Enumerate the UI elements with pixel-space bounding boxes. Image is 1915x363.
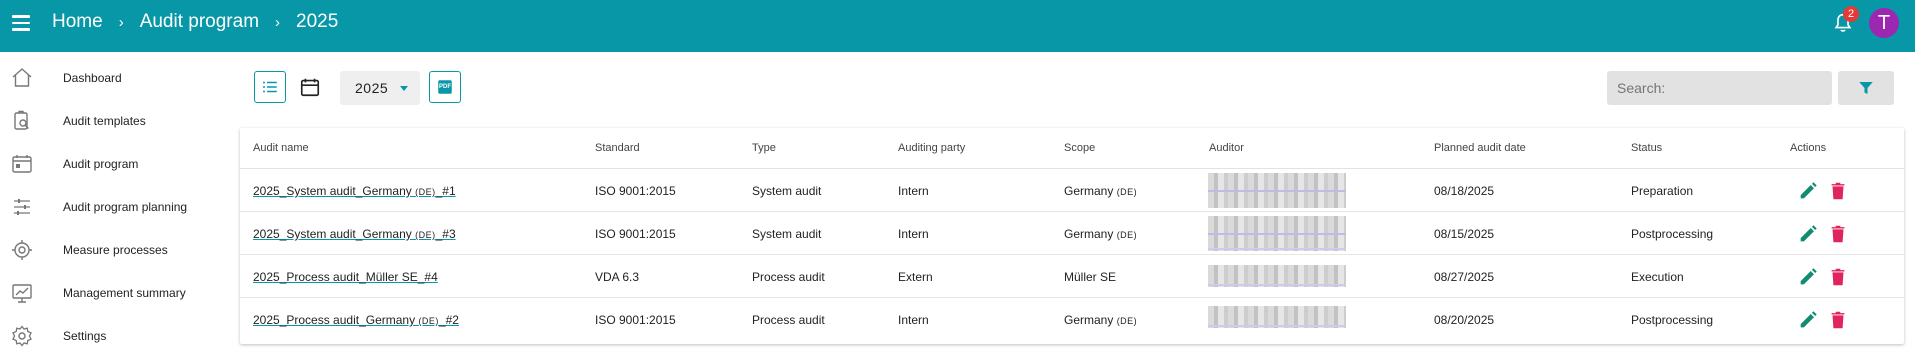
chevron-right-icon: › bbox=[275, 13, 281, 31]
search-input[interactable] bbox=[1607, 71, 1832, 105]
calendar-program-icon bbox=[12, 155, 32, 173]
sidebar: Dashboard Audit templates Audit program … bbox=[0, 52, 232, 363]
status-cell: Postprocessing bbox=[1631, 313, 1714, 327]
sidebar-item-management-summary[interactable]: Management summary bbox=[0, 273, 232, 313]
delete-icon[interactable] bbox=[1827, 180, 1849, 202]
top-app-bar: Home › Audit program › 2025 2 T bbox=[0, 0, 1915, 52]
planned-date-cell: 08/20/2025 bbox=[1434, 313, 1495, 327]
auditor-redacted bbox=[1208, 216, 1346, 251]
delete-icon[interactable] bbox=[1827, 266, 1849, 288]
clipboard-search-icon bbox=[14, 110, 29, 130]
sidebar-item-label: Measure processes bbox=[63, 243, 168, 257]
breadcrumb-audit-program[interactable]: Audit program bbox=[140, 11, 259, 33]
caret-down-icon bbox=[400, 86, 408, 91]
column-header-auditing-party[interactable]: Auditing party bbox=[898, 142, 965, 154]
avatar[interactable]: T bbox=[1869, 8, 1899, 38]
sidebar-item-label: Settings bbox=[63, 329, 107, 343]
monitor-chart-icon bbox=[12, 284, 32, 303]
type-cell: System audit bbox=[752, 227, 822, 241]
notification-badge: 2 bbox=[1843, 6, 1859, 22]
edit-icon[interactable] bbox=[1797, 180, 1819, 202]
sidebar-item-measure-processes[interactable]: Measure processes bbox=[0, 230, 232, 270]
standard-cell: ISO 9001:2015 bbox=[595, 184, 676, 198]
column-header-planned-audit-date[interactable]: Planned audit date bbox=[1434, 142, 1526, 154]
scope-cell: Germany (DE) bbox=[1064, 227, 1138, 241]
scope-cell: Germany (DE) bbox=[1064, 313, 1138, 327]
calendar-view-button[interactable] bbox=[294, 71, 326, 103]
list-icon bbox=[263, 81, 277, 93]
table-row[interactable]: 2025_System audit_Germany (DE)_#1 ISO 90… bbox=[240, 169, 1904, 212]
auditing-party-cell: Intern bbox=[898, 227, 929, 241]
filter-button[interactable] bbox=[1838, 71, 1894, 105]
table-row[interactable]: 2025_System audit_Germany (DE)_#3 ISO 90… bbox=[240, 212, 1904, 255]
scope-cell: Müller SE bbox=[1064, 270, 1117, 284]
delete-icon[interactable] bbox=[1827, 309, 1849, 331]
edit-icon[interactable] bbox=[1797, 223, 1819, 245]
auditing-party-cell: Intern bbox=[898, 184, 929, 198]
audit-table: Audit name Standard Type Auditing party … bbox=[240, 128, 1904, 344]
year-select[interactable]: 2025 bbox=[340, 71, 420, 105]
audit-name-link[interactable]: 2025_System audit_Germany (DE)_#3 bbox=[253, 227, 456, 241]
pdf-export-button[interactable]: PDF bbox=[429, 71, 461, 103]
planned-date-cell: 08/27/2025 bbox=[1434, 270, 1495, 284]
target-icon bbox=[12, 240, 32, 260]
column-header-audit-name[interactable]: Audit name bbox=[253, 142, 309, 154]
pdf-label: PDF bbox=[439, 84, 451, 90]
chevron-right-icon: › bbox=[118, 13, 124, 31]
edit-icon[interactable] bbox=[1797, 309, 1819, 331]
status-cell: Execution bbox=[1631, 270, 1684, 284]
auditor-redacted bbox=[1208, 306, 1346, 328]
planned-date-cell: 08/15/2025 bbox=[1434, 227, 1495, 241]
audit-name-link[interactable]: 2025_Process audit_Müller SE_#4 bbox=[253, 270, 438, 284]
sidebar-item-dashboard[interactable]: Dashboard bbox=[0, 58, 232, 98]
standard-cell: VDA 6.3 bbox=[595, 270, 640, 284]
year-select-value: 2025 bbox=[355, 80, 389, 96]
edit-icon[interactable] bbox=[1797, 266, 1819, 288]
column-header-auditor[interactable]: Auditor bbox=[1209, 142, 1244, 154]
filter-icon bbox=[1859, 82, 1873, 94]
sidebar-item-audit-program[interactable]: Audit program bbox=[0, 144, 232, 184]
sidebar-item-audit-templates[interactable]: Audit templates bbox=[0, 101, 232, 141]
sidebar-item-label: Audit templates bbox=[63, 114, 146, 128]
sidebar-item-audit-program-planning[interactable]: Audit program planning bbox=[0, 187, 232, 227]
standard-cell: ISO 9001:2015 bbox=[595, 227, 676, 241]
auditing-party-cell: Intern bbox=[898, 313, 929, 327]
audit-name-link[interactable]: 2025_System audit_Germany (DE)_#1 bbox=[253, 184, 456, 198]
column-header-status[interactable]: Status bbox=[1631, 142, 1662, 154]
type-cell: Process audit bbox=[752, 313, 825, 327]
sidebar-item-label: Management summary bbox=[63, 286, 186, 300]
scope-cell: Germany (DE) bbox=[1064, 184, 1138, 198]
table-header: Audit name Standard Type Auditing party … bbox=[240, 128, 1904, 169]
table-row[interactable]: 2025_Process audit_Germany (DE)_#2 ISO 9… bbox=[240, 298, 1904, 341]
column-header-actions: Actions bbox=[1790, 142, 1827, 154]
breadcrumb-year: 2025 bbox=[296, 11, 339, 32]
sidebar-item-label: Audit program planning bbox=[63, 200, 188, 214]
column-header-type[interactable]: Type bbox=[752, 142, 776, 154]
auditor-redacted bbox=[1208, 173, 1346, 208]
auditing-party-cell: Extern bbox=[898, 270, 933, 284]
list-view-button[interactable] bbox=[254, 71, 286, 103]
sidebar-item-label: Dashboard bbox=[63, 71, 122, 85]
table-row[interactable]: 2025_Process audit_Müller SE_#4 VDA 6.3 … bbox=[240, 255, 1904, 298]
delete-icon[interactable] bbox=[1827, 223, 1849, 245]
sidebar-item-settings[interactable]: Settings bbox=[0, 316, 232, 356]
column-header-standard[interactable]: Standard bbox=[595, 142, 640, 154]
gear-icon bbox=[12, 325, 32, 347]
column-header-scope[interactable]: Scope bbox=[1064, 142, 1095, 154]
menu-icon[interactable] bbox=[12, 12, 34, 34]
audit-name-link[interactable]: 2025_Process audit_Germany (DE)_#2 bbox=[253, 313, 459, 327]
planned-date-cell: 08/18/2025 bbox=[1434, 184, 1495, 198]
tune-icon bbox=[14, 199, 30, 215]
home-icon bbox=[12, 68, 32, 87]
status-cell: Postprocessing bbox=[1631, 227, 1714, 241]
calendar-icon bbox=[300, 78, 320, 97]
standard-cell: ISO 9001:2015 bbox=[595, 313, 676, 327]
sidebar-item-label: Audit program bbox=[63, 157, 139, 171]
auditor-redacted bbox=[1208, 265, 1346, 287]
breadcrumb-home[interactable]: Home bbox=[52, 11, 103, 33]
type-cell: System audit bbox=[752, 184, 822, 198]
status-cell: Preparation bbox=[1631, 184, 1694, 198]
type-cell: Process audit bbox=[752, 270, 825, 284]
breadcrumb: Home › Audit program › 2025 bbox=[52, 0, 338, 44]
